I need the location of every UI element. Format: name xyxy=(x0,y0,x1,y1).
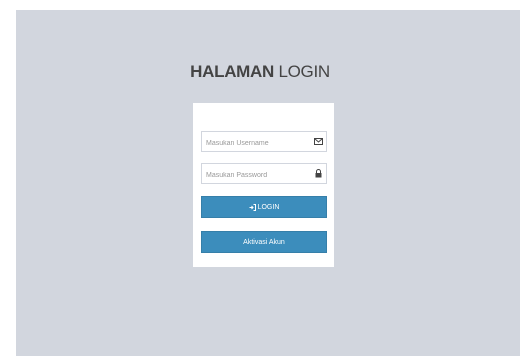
password-input[interactable] xyxy=(202,166,326,185)
username-input[interactable] xyxy=(202,134,326,153)
login-box: LOGIN Aktivasi Akun xyxy=(193,103,334,267)
lock-icon xyxy=(314,169,323,178)
title-rest: LOGIN xyxy=(278,62,330,81)
login-button[interactable]: LOGIN xyxy=(201,196,327,218)
title-bold: HALAMAN xyxy=(190,62,274,81)
page-title: HALAMAN LOGIN xyxy=(0,62,520,82)
login-label: LOGIN xyxy=(257,203,280,211)
password-field xyxy=(201,163,327,185)
page-edge xyxy=(0,0,16,356)
activate-label: Aktivasi Akun xyxy=(243,238,285,246)
envelope-icon xyxy=(314,137,323,146)
activate-account-button[interactable]: Aktivasi Akun xyxy=(201,231,327,253)
sign-in-icon xyxy=(249,203,256,211)
username-field xyxy=(201,131,327,153)
